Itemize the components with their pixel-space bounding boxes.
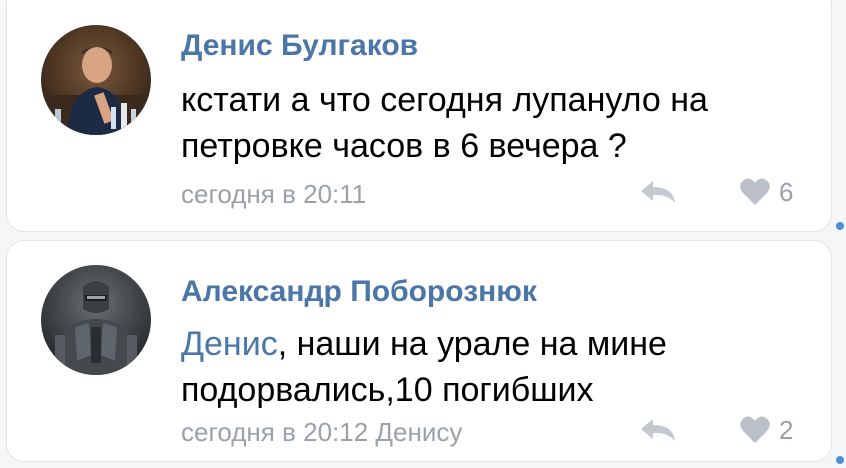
avatar[interactable] xyxy=(41,25,151,135)
comment-text: кстати а что сегодня лупануло на петровк… xyxy=(181,81,708,165)
like-count: 6 xyxy=(779,176,794,207)
unread-dot xyxy=(836,222,844,230)
like-button[interactable]: 2 xyxy=(739,413,793,447)
avatar-photo xyxy=(41,25,151,135)
heart-icon xyxy=(740,416,770,443)
like-button[interactable]: 6 xyxy=(739,175,793,209)
like-count: 2 xyxy=(779,414,794,445)
comment-timestamp: сегодня в 20:12 Денису xyxy=(181,417,463,447)
comment-item: Денис Булгаков кстати а что сегодня лупа… xyxy=(6,0,832,232)
comment-item: Александр Поборознюк Денис, наши на урал… xyxy=(6,240,832,462)
reply-icon[interactable] xyxy=(639,177,679,207)
avatar-photo xyxy=(41,265,151,375)
heart-icon xyxy=(740,178,770,205)
comments-feed: Денис Булгаков кстати а что сегодня лупа… xyxy=(0,0,846,468)
comment-author[interactable]: Александр Поборознюк xyxy=(181,275,537,309)
mention-link[interactable]: Денис xyxy=(181,325,278,363)
comment-text: Денис, наши на урале на мине подорвались… xyxy=(181,321,801,413)
avatar[interactable] xyxy=(41,265,151,375)
reply-icon[interactable] xyxy=(639,415,679,445)
comment-author[interactable]: Денис Булгаков xyxy=(181,29,418,63)
unread-dot xyxy=(836,456,844,464)
comment-timestamp: сегодня в 20:11 xyxy=(181,179,367,209)
